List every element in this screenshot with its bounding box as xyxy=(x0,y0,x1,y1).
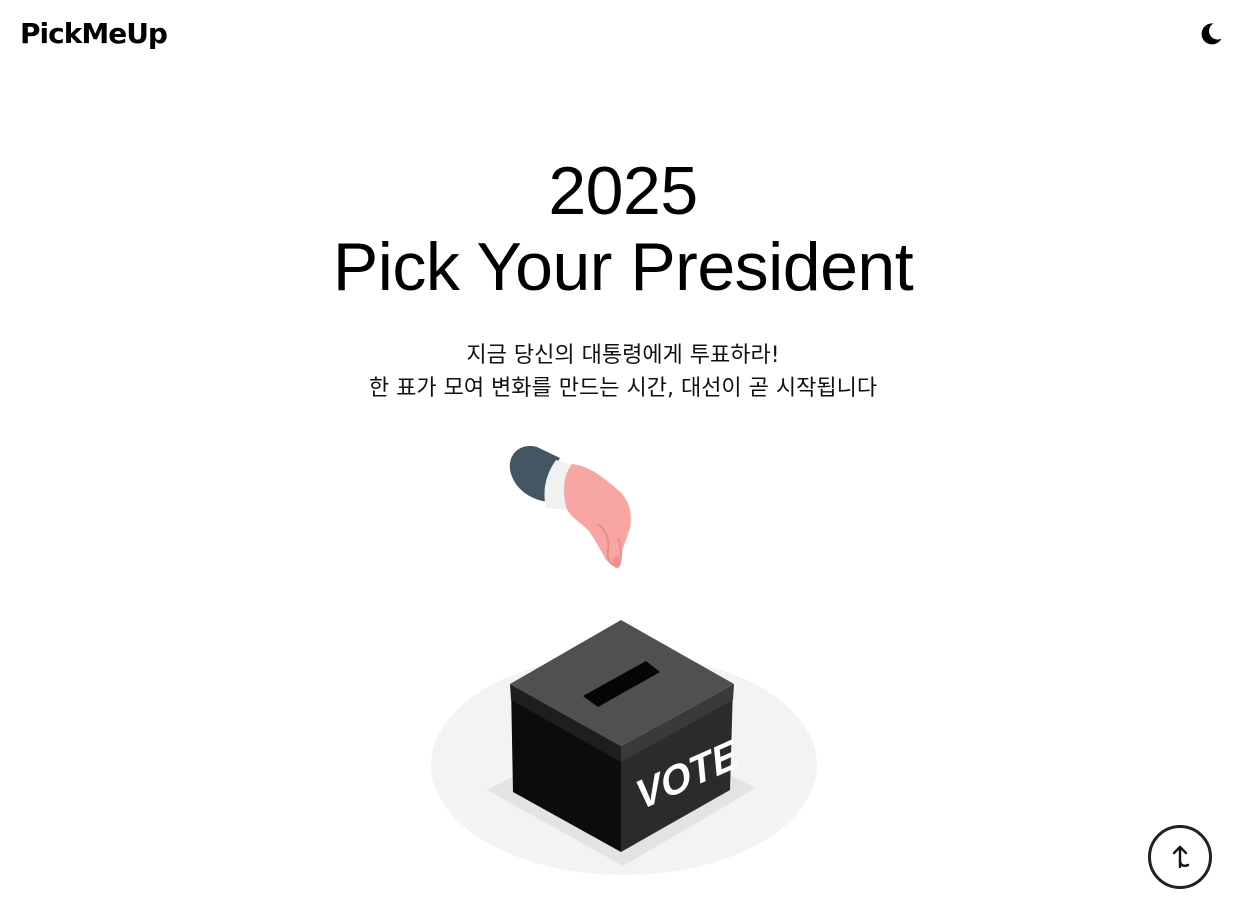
ballot-box-illustration: VOTE xyxy=(431,446,817,875)
hero-title: Pick Your President xyxy=(332,229,914,305)
landing-page: PickMeUp 2025 Pick Your President 지금 당신의… xyxy=(0,0,1246,910)
moon-icon xyxy=(1201,23,1222,45)
hero-subtitle-line2: 한 표가 모여 변화를 만드는 시간, 대선이 곧 시작됩니다 xyxy=(368,376,878,401)
hand-ballot-paper xyxy=(613,556,621,568)
hero-year: 2025 xyxy=(548,153,698,229)
arrow-up-icon xyxy=(1172,845,1190,869)
site-logo[interactable]: PickMeUp xyxy=(20,14,168,54)
hero-subtitle-line1: 지금 당신의 대통령에게 투표하라! xyxy=(466,343,780,368)
theme-toggle-button[interactable] xyxy=(1195,18,1227,50)
scroll-to-top-button[interactable] xyxy=(1148,825,1212,889)
